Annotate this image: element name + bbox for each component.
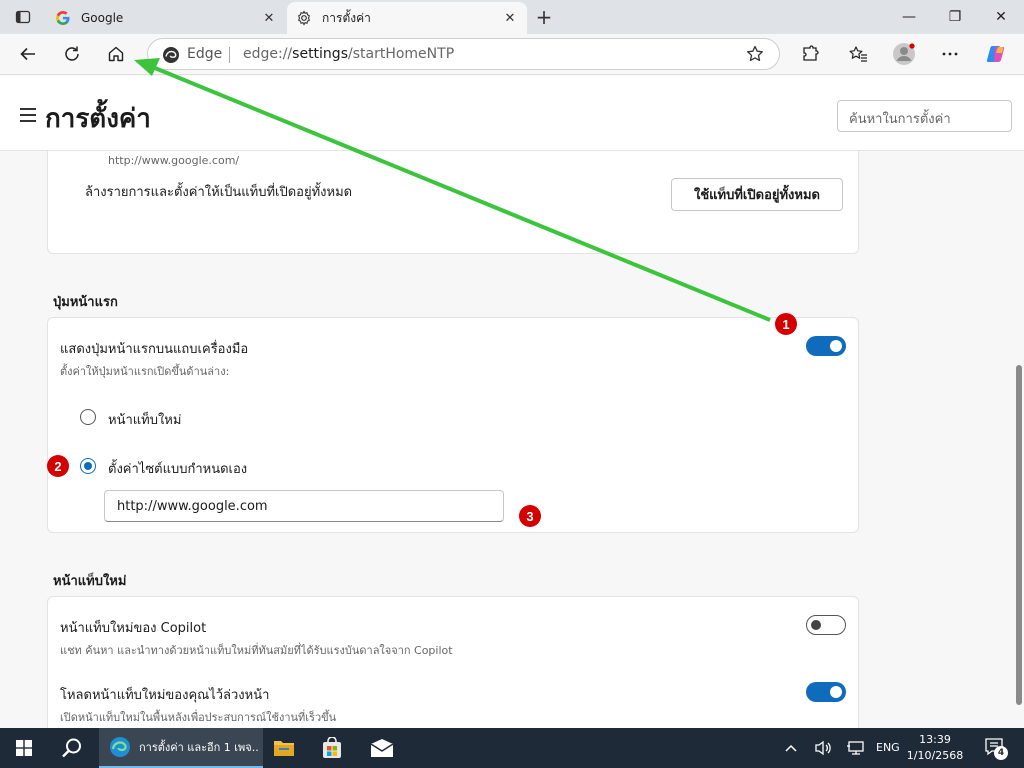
favorite-star-icon[interactable] bbox=[745, 44, 765, 64]
minimize-icon[interactable]: — bbox=[886, 0, 932, 34]
custom-url-input[interactable]: http://www.google.com bbox=[104, 490, 504, 522]
settings-header: การตั้งค่า ค้นหาในการตั้งค่า bbox=[0, 76, 1024, 151]
home-icon[interactable] bbox=[100, 39, 132, 69]
copilot-newtab-subtitle: แชท ค้นหา และนำทางด้วยหน้าแท็บใหม่ที่ทัน… bbox=[60, 644, 453, 657]
restore-icon[interactable]: ❐ bbox=[932, 0, 978, 34]
annotation-marker-3: 3 bbox=[519, 505, 541, 527]
toolbar: Edge edge://settings/startHomeNTP bbox=[0, 34, 1024, 75]
taskbar-edge-app[interactable]: การตั้งค่า และอีก 1 เพจ... bbox=[99, 728, 263, 768]
extensions-icon[interactable] bbox=[794, 39, 826, 69]
startup-card: http://www.google.com/ ล้างรายการและตั้ง… bbox=[47, 151, 859, 254]
radio-custom-site-label: ตั้งค่าไซต์แบบกำหนดเอง bbox=[108, 462, 248, 477]
tab-title: Google bbox=[81, 11, 124, 25]
divider bbox=[229, 47, 230, 63]
new-tab-icon[interactable]: + bbox=[531, 5, 557, 29]
chevron-up-icon[interactable] bbox=[780, 728, 802, 768]
taskbar-app-label: การตั้งค่า และอีก 1 เพจ... bbox=[139, 741, 259, 754]
home-section-title: ปุ่มหน้าแรก bbox=[53, 295, 118, 310]
clock-date: 1/10/2568 bbox=[906, 749, 964, 762]
preload-newtab-title: โหลดหน้าแท็บใหม่ของคุณไว้ล่วงหน้า bbox=[60, 688, 270, 703]
radio-new-tab[interactable] bbox=[80, 409, 96, 425]
scrollbar[interactable] bbox=[1014, 151, 1024, 728]
gear-icon bbox=[296, 10, 312, 26]
clock-time: 13:39 bbox=[919, 733, 951, 746]
edge-logo-icon bbox=[162, 46, 180, 64]
copilot-newtab-title: หน้าแท็บใหม่ของ Copilot bbox=[60, 621, 207, 636]
tab-settings[interactable]: การตั้งค่า ✕ bbox=[287, 2, 527, 34]
back-icon[interactable] bbox=[12, 39, 44, 69]
show-home-title: แสดงปุ่มหน้าแรกบนแถบเครื่องมือ bbox=[60, 342, 249, 357]
newtab-section-title: หน้าแท็บใหม่ bbox=[53, 574, 127, 589]
mail-icon[interactable] bbox=[366, 728, 398, 768]
tab-google[interactable]: Google ✕ bbox=[46, 2, 286, 34]
settings-search-input[interactable]: ค้นหาในการตั้งค่า bbox=[837, 100, 1012, 132]
more-menu-icon[interactable] bbox=[934, 39, 966, 69]
copilot-newtab-toggle[interactable] bbox=[806, 615, 846, 635]
network-icon[interactable] bbox=[844, 728, 866, 768]
annotation-marker-1: 1 bbox=[775, 313, 797, 335]
file-explorer-icon[interactable] bbox=[268, 728, 300, 768]
show-home-toggle[interactable] bbox=[806, 336, 846, 356]
page-title: การตั้งค่า bbox=[45, 104, 151, 134]
volume-icon[interactable] bbox=[812, 728, 834, 768]
radio-custom-site[interactable] bbox=[80, 458, 96, 474]
language-indicator[interactable]: ENG bbox=[876, 741, 900, 754]
preload-newtab-toggle[interactable] bbox=[806, 682, 846, 702]
annotation-marker-2: 2 bbox=[47, 455, 69, 477]
notification-badge: 4 bbox=[994, 746, 1008, 760]
copilot-icon[interactable] bbox=[980, 39, 1012, 69]
scrollbar-thumb[interactable] bbox=[1016, 365, 1022, 705]
profile-avatar[interactable] bbox=[888, 39, 920, 69]
refresh-icon[interactable] bbox=[56, 39, 88, 69]
close-icon[interactable]: ✕ bbox=[258, 7, 280, 29]
radio-new-tab-label: หน้าแท็บใหม่ bbox=[108, 413, 182, 428]
show-home-subtitle: ตั้งค่าให้ปุ่มหน้าแรกเปิดขึ้นด้านล่าง: bbox=[60, 365, 230, 378]
store-icon[interactable] bbox=[316, 728, 348, 768]
google-icon bbox=[55, 10, 71, 26]
clock[interactable]: 13:39 1/10/2568 bbox=[905, 732, 965, 764]
tab-strip: Google ✕ การตั้งค่า ✕ + — ❐ ✕ bbox=[0, 0, 1024, 34]
windows-start-icon[interactable] bbox=[8, 728, 40, 768]
edge-label: Edge bbox=[187, 46, 223, 62]
taskbar: การตั้งค่า และอีก 1 เพจ... ENG 13:39 1/1… bbox=[0, 728, 1024, 768]
edge-icon bbox=[109, 736, 131, 758]
notification-icon[interactable]: 4 bbox=[980, 728, 1012, 768]
preload-newtab-subtitle: เปิดหน้าแท็บใหม่ในพื้นหลังเพื่อประสบการณ… bbox=[60, 711, 337, 724]
hamburger-menu-icon[interactable] bbox=[20, 108, 36, 122]
url-text: edge://settings/startHomeNTP bbox=[243, 46, 455, 62]
newtab-card: หน้าแท็บใหม่ของ Copilot แชท ค้นหา และนำท… bbox=[47, 596, 859, 728]
favorites-icon[interactable] bbox=[842, 39, 874, 69]
use-all-open-tabs-button[interactable]: ใช้แท็บที่เปิดอยู่ทั้งหมด bbox=[671, 178, 843, 211]
settings-content: http://www.google.com/ ล้างรายการและตั้ง… bbox=[0, 151, 1014, 728]
close-icon[interactable]: ✕ bbox=[499, 7, 521, 29]
close-window-icon[interactable]: ✕ bbox=[978, 0, 1024, 34]
reset-startup-label: ล้างรายการและตั้งค่าให้เป็นแท็บที่เปิดอย… bbox=[85, 185, 353, 200]
home-button-card: แสดงปุ่มหน้าแรกบนแถบเครื่องมือ ตั้งค่าให… bbox=[47, 317, 859, 533]
tab-title: การตั้งค่า bbox=[322, 10, 371, 25]
tab-actions-icon[interactable] bbox=[9, 5, 37, 29]
address-bar[interactable]: Edge edge://settings/startHomeNTP bbox=[147, 38, 780, 70]
search-icon[interactable] bbox=[56, 728, 88, 768]
startup-url-text: http://www.google.com/ bbox=[108, 154, 240, 167]
